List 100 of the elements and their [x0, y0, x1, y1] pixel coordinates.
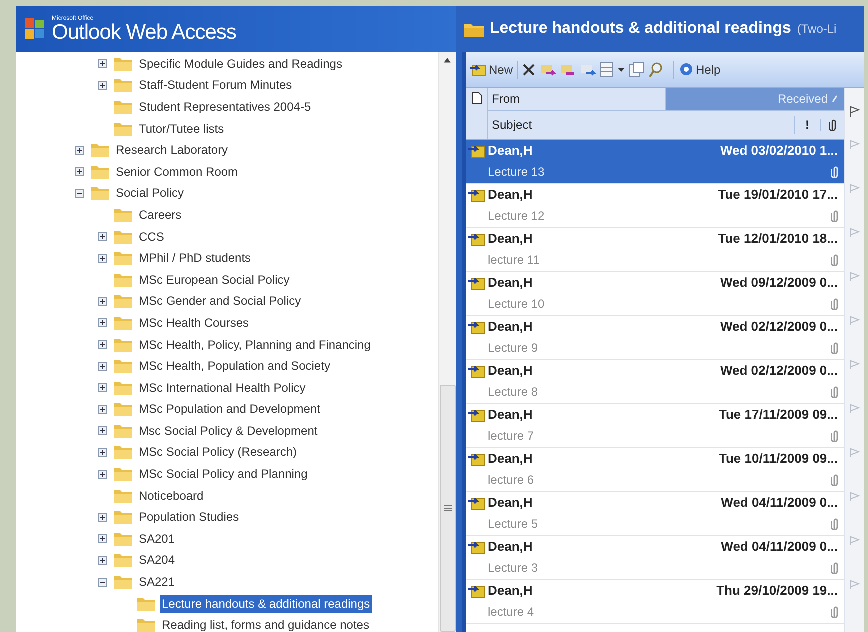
- folder-item[interactable]: MSc International Health Policy: [137, 378, 308, 397]
- folder-icon: [114, 445, 132, 460]
- received-date: Wed 04/11/2009 0...: [721, 494, 838, 512]
- message-subject: Lecture 10: [488, 296, 545, 313]
- message-subject: Lecture 9: [488, 340, 538, 357]
- expand-icon[interactable]: [98, 80, 107, 90]
- received-date: Tue 10/11/2009 09...: [718, 450, 838, 468]
- message-row[interactable]: Dean,H Wed 03/02/2010 1... Lecture 13: [466, 140, 844, 184]
- expand-icon[interactable]: [98, 404, 107, 414]
- folder-item[interactable]: Senior Common Room: [114, 162, 240, 181]
- folder-item[interactable]: Specific Module Guides and Readings: [137, 54, 344, 73]
- new-button[interactable]: New: [470, 60, 518, 78]
- folder-item[interactable]: MSc Social Policy and Planning: [137, 465, 310, 484]
- expand-icon[interactable]: [75, 167, 84, 176]
- expand-icon[interactable]: [98, 318, 107, 328]
- folder-icon: [91, 164, 109, 179]
- expand-icon[interactable]: [75, 146, 84, 155]
- folder-icon: [137, 596, 155, 611]
- received-date: Tue 12/01/2010 18...: [718, 230, 838, 248]
- expand-icon[interactable]: [98, 556, 107, 565]
- sender-name: Dean,H: [488, 538, 533, 556]
- folder-item[interactable]: Staff-Student Forum Minutes: [137, 76, 294, 94]
- folder-item[interactable]: MSc Social Policy (Research): [137, 443, 300, 462]
- importance-column-header[interactable]: !: [794, 116, 820, 134]
- folder-icon: [91, 143, 109, 158]
- message-subject: lecture 6: [488, 472, 534, 489]
- expand-icon[interactable]: [98, 383, 107, 392]
- folder-icon: [114, 532, 132, 546]
- folder-item[interactable]: MSc European Social Policy: [137, 270, 292, 289]
- received-date: Thu 29/10/2009 19...: [716, 582, 838, 600]
- received-date: Wed 03/02/2010 1...: [720, 142, 838, 160]
- received-date: Wed 09/12/2009 0...: [720, 274, 838, 292]
- app-title: Outlook Web Access: [52, 22, 236, 42]
- forward-icon[interactable]: [580, 62, 596, 76]
- folder-icon: [114, 402, 132, 416]
- expand-icon[interactable]: [98, 362, 107, 371]
- message-icon: [468, 276, 486, 291]
- grip-icon: [444, 504, 452, 512]
- expand-icon[interactable]: [98, 426, 107, 436]
- expand-icon[interactable]: [98, 512, 107, 522]
- folder-icon: [137, 618, 155, 632]
- item-type-icon[interactable]: [472, 92, 482, 104]
- scrollbar-thumb[interactable]: [440, 384, 456, 632]
- expand-icon[interactable]: [98, 232, 107, 242]
- sender-name: Dean,H: [488, 274, 533, 292]
- expand-icon[interactable]: [98, 59, 107, 68]
- folder-item[interactable]: MSc Health, Population and Society: [137, 357, 332, 376]
- folder-item[interactable]: Social Policy: [114, 184, 186, 202]
- sender-name: Dean,H: [488, 230, 533, 248]
- folder-item[interactable]: Tutor/Tutee lists: [137, 120, 226, 138]
- expand-icon[interactable]: [98, 340, 107, 350]
- sender-name: Dean,H: [488, 450, 533, 468]
- folder-icon: [114, 553, 132, 568]
- folder-item[interactable]: MSc Health Courses: [137, 314, 252, 332]
- delete-icon[interactable]: [522, 62, 536, 76]
- attachment-column-icon[interactable]: [829, 119, 836, 131]
- expand-icon[interactable]: [98, 296, 107, 306]
- folder-item[interactable]: Noticeboard: [137, 486, 206, 505]
- folder-icon: [114, 488, 132, 503]
- collapse-icon[interactable]: [98, 578, 107, 587]
- folder-item[interactable]: SA221: [137, 573, 178, 592]
- message-subject: Lecture 5: [488, 516, 538, 533]
- copy-icon[interactable]: [560, 62, 576, 76]
- folder-item[interactable]: Population Studies: [137, 508, 242, 526]
- folder-icon: [114, 359, 132, 374]
- received-date: Tue 17/11/2009 09...: [718, 406, 838, 424]
- expand-icon[interactable]: [98, 254, 107, 263]
- expand-icon[interactable]: [98, 470, 107, 479]
- folder-item[interactable]: SA201: [137, 530, 178, 548]
- folder-icon: [114, 424, 132, 438]
- received-date: Wed 04/11/2009 0...: [721, 538, 838, 556]
- folder-item[interactable]: MPhil / PhD students: [137, 249, 254, 268]
- folder-item[interactable]: Student Representatives 2004-5: [137, 98, 314, 116]
- received-date: Tue 19/01/2010 17...: [718, 186, 838, 204]
- search-icon[interactable]: [649, 62, 664, 78]
- subject-column-header[interactable]: Subject: [488, 116, 794, 134]
- folder-item[interactable]: Careers: [137, 206, 184, 224]
- folder-item[interactable]: Research Laboratory: [114, 141, 230, 160]
- folder-item[interactable]: Msc Social Policy & Development: [137, 422, 320, 440]
- help-button[interactable]: Help: [673, 60, 721, 78]
- message-subject: lecture 4: [488, 604, 534, 621]
- expand-icon[interactable]: [98, 534, 107, 544]
- folder-item[interactable]: SA204: [137, 551, 178, 570]
- collapse-icon[interactable]: [75, 188, 84, 198]
- folder-item[interactable]: Reading list, forms and guidance notes: [160, 616, 372, 632]
- folder-icon: [91, 186, 109, 200]
- folder-icon: [114, 294, 132, 308]
- folder-item[interactable]: MSc Gender and Social Policy: [137, 292, 304, 310]
- folder-item[interactable]: Lecture handouts & additional readings: [160, 594, 372, 613]
- scroll-up-icon[interactable]: [444, 58, 451, 63]
- scrollbar[interactable]: [438, 52, 456, 632]
- folder-icon: [114, 510, 132, 524]
- flag-column-icon[interactable]: [850, 106, 860, 118]
- folder-item[interactable]: CCS: [137, 228, 166, 246]
- folder-item[interactable]: MSc Health, Policy, Planning and Financing: [137, 336, 373, 354]
- folder-item[interactable]: MSc Population and Development: [137, 400, 322, 418]
- dropdown-caret-icon[interactable]: [618, 68, 626, 72]
- move-icon[interactable]: [540, 62, 556, 76]
- folder-icon: [114, 272, 132, 287]
- expand-icon[interactable]: [98, 448, 107, 457]
